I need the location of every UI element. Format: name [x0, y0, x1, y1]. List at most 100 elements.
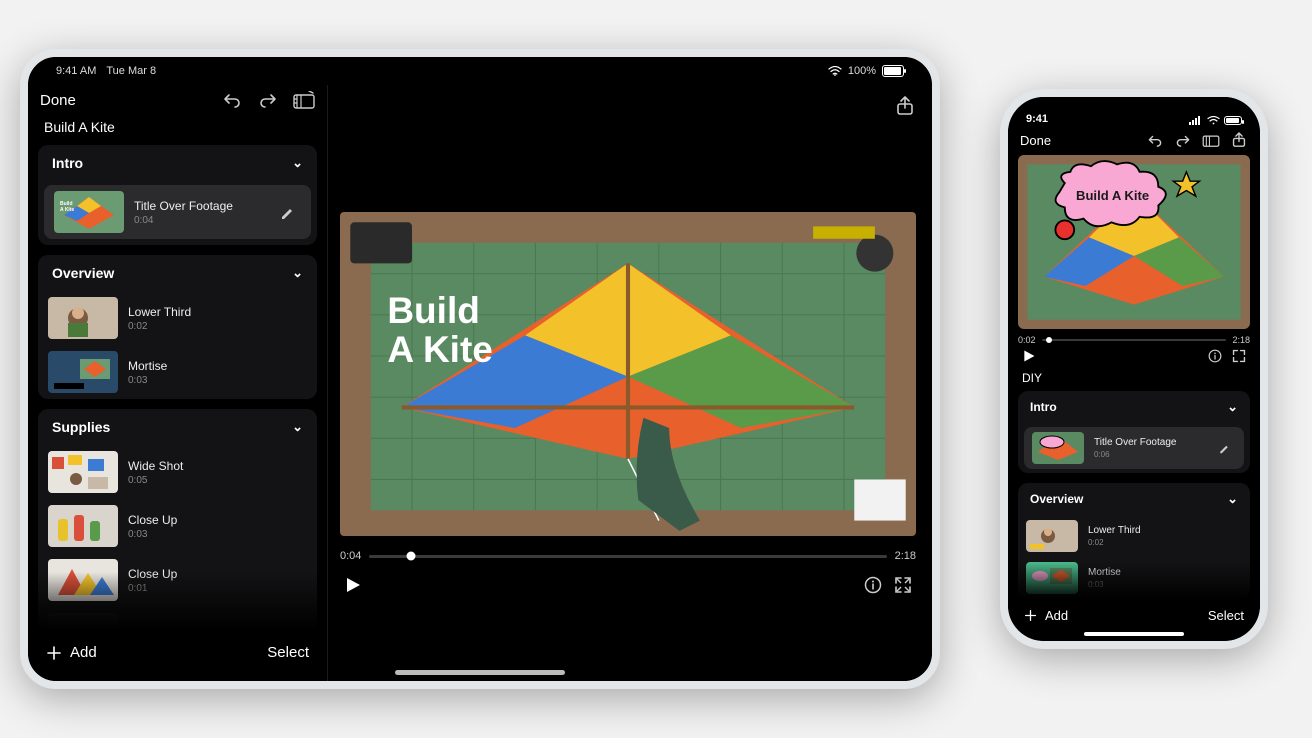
- sidebar-footer: Add Select: [28, 630, 327, 681]
- player-controls: [1018, 345, 1250, 369]
- section-header[interactable]: Intro ⌄: [1018, 391, 1250, 423]
- clip-thumbnail: [48, 505, 118, 547]
- clip-thumbnail: [48, 351, 118, 393]
- fullscreen-icon[interactable]: [1232, 349, 1246, 363]
- clip-duration: 0:05: [128, 475, 307, 486]
- svg-text:A Kite: A Kite: [60, 207, 74, 213]
- done-button[interactable]: Done: [40, 92, 76, 109]
- clip-thumbnail: [1026, 520, 1078, 552]
- total-time: 2:18: [1232, 335, 1250, 345]
- clip-thumbnail: [48, 613, 118, 630]
- clip-row[interactable]: Close Up 0:03: [38, 499, 317, 553]
- share-icon[interactable]: [894, 95, 916, 117]
- undo-icon[interactable]: [221, 89, 243, 111]
- ipad-screen: 9:41 AM Tue Mar 8 100% Done: [28, 57, 932, 681]
- clip-row[interactable]: Title Over Footage 0:06: [1024, 427, 1244, 469]
- battery-icon: [882, 65, 904, 77]
- fullscreen-icon[interactable]: [894, 576, 912, 594]
- timeline-scrubber[interactable]: 0:04 2:18: [340, 550, 916, 562]
- chevron-down-icon: ⌄: [292, 419, 303, 435]
- chevron-down-icon: ⌄: [292, 155, 303, 171]
- sidebar-toolbar: Done: [28, 85, 327, 117]
- clip-row[interactable]: Mortise 0:03: [1018, 557, 1250, 599]
- clip-title: Close Up: [128, 567, 307, 581]
- edit-icon[interactable]: [1218, 442, 1236, 454]
- plus-icon: [1024, 609, 1037, 622]
- clip-row[interactable]: Close Up 0:01: [38, 553, 317, 607]
- clip-row[interactable]: BuildA Kite Title Over Footage 0:04: [44, 185, 311, 239]
- iphone-device: 9:41 Done: [1000, 89, 1268, 649]
- clip-thumbnail: BuildA Kite: [54, 191, 124, 233]
- clip-duration: 0:01: [128, 583, 307, 594]
- video-canvas[interactable]: Build A Kite: [340, 212, 916, 536]
- section-intro: Intro ⌄ BuildA Kite Title Over Footage 0…: [38, 145, 317, 245]
- clip-thumbnail: [48, 559, 118, 601]
- add-label: Add: [70, 644, 97, 661]
- clip-thumbnail: [48, 297, 118, 339]
- storyboard-icon[interactable]: [1202, 131, 1220, 149]
- add-button[interactable]: Add: [1024, 608, 1068, 623]
- wifi-icon: [1207, 116, 1220, 125]
- clip-row[interactable]: Wide Shot 0:05: [38, 445, 317, 499]
- section-overview: Overview ⌄ Lower Third 0:02: [1018, 483, 1250, 599]
- storyboard-icon[interactable]: [293, 89, 315, 111]
- clip-row[interactable]: [38, 607, 317, 630]
- clip-row[interactable]: Lower Third 0:02: [1018, 515, 1250, 557]
- select-button[interactable]: Select: [1208, 608, 1244, 623]
- add-button[interactable]: Add: [46, 644, 97, 661]
- wifi-icon: [828, 66, 842, 76]
- iphone-toolbar: Done: [1008, 127, 1260, 155]
- section-title: Supplies: [52, 419, 110, 435]
- info-icon[interactable]: [1208, 349, 1222, 363]
- current-time: 0:02: [1018, 335, 1036, 345]
- section-header[interactable]: Intro ⌄: [38, 145, 317, 181]
- iphone-scroll[interactable]: Intro ⌄ Title Over Footage 0:06: [1008, 391, 1260, 600]
- play-icon[interactable]: [344, 576, 362, 594]
- share-icon[interactable]: [1230, 131, 1248, 149]
- undo-icon[interactable]: [1146, 131, 1164, 149]
- play-icon[interactable]: [1022, 349, 1036, 363]
- section-overview: Overview ⌄ Lower Third 0:02: [38, 255, 317, 399]
- clip-thumbnail: [1026, 562, 1078, 594]
- clip-title: Title Over Footage: [1094, 437, 1208, 448]
- section-header[interactable]: Overview ⌄: [38, 255, 317, 291]
- sidebar-scroll[interactable]: Intro ⌄ BuildA Kite Title Over Footage 0…: [28, 145, 327, 630]
- svg-text:Build: Build: [387, 289, 480, 331]
- timeline-scrubber[interactable]: 0:02 2:18: [1018, 335, 1250, 345]
- add-label: Add: [1045, 608, 1068, 623]
- project-title: Build A Kite: [28, 117, 327, 145]
- battery-icon: [1224, 116, 1242, 125]
- clip-thumbnail: [1032, 432, 1084, 464]
- section-header[interactable]: Overview ⌄: [1018, 483, 1250, 515]
- chevron-down-icon: ⌄: [1227, 399, 1238, 415]
- home-indicator-icon: [1084, 632, 1184, 636]
- redo-icon[interactable]: [1174, 131, 1192, 149]
- section-title: Overview: [1030, 492, 1083, 506]
- section-header[interactable]: Supplies ⌄: [38, 409, 317, 445]
- chevron-down-icon: ⌄: [292, 265, 303, 281]
- clip-title: Mortise: [128, 359, 307, 373]
- info-icon[interactable]: [864, 576, 882, 594]
- edit-icon[interactable]: [279, 204, 301, 220]
- section-supplies: Supplies ⌄ Wide Shot 0:05: [38, 409, 317, 630]
- clip-title: Lower Third: [1088, 525, 1242, 536]
- clip-row[interactable]: Mortise 0:03: [38, 345, 317, 399]
- video-canvas[interactable]: Build A Kite: [1018, 155, 1250, 329]
- section-title: Overview: [52, 265, 114, 281]
- select-button[interactable]: Select: [267, 644, 309, 661]
- clip-duration: 0:03: [128, 375, 307, 386]
- plus-icon: [46, 645, 62, 661]
- svg-text:A Kite: A Kite: [387, 328, 493, 370]
- cellular-icon: [1189, 115, 1203, 125]
- section-title: Intro: [52, 155, 83, 171]
- clip-row[interactable]: Lower Third 0:02: [38, 291, 317, 345]
- project-title: DIY: [1008, 369, 1260, 391]
- clip-title: Wide Shot: [128, 459, 307, 473]
- clip-duration: 0:06: [1094, 450, 1208, 459]
- battery-percent: 100%: [848, 65, 876, 77]
- redo-icon[interactable]: [257, 89, 279, 111]
- clip-duration: 0:02: [128, 321, 307, 332]
- done-button[interactable]: Done: [1020, 133, 1051, 148]
- ipad-status-bar: 9:41 AM Tue Mar 8 100%: [28, 57, 932, 85]
- status-date: Tue Mar 8: [106, 65, 156, 77]
